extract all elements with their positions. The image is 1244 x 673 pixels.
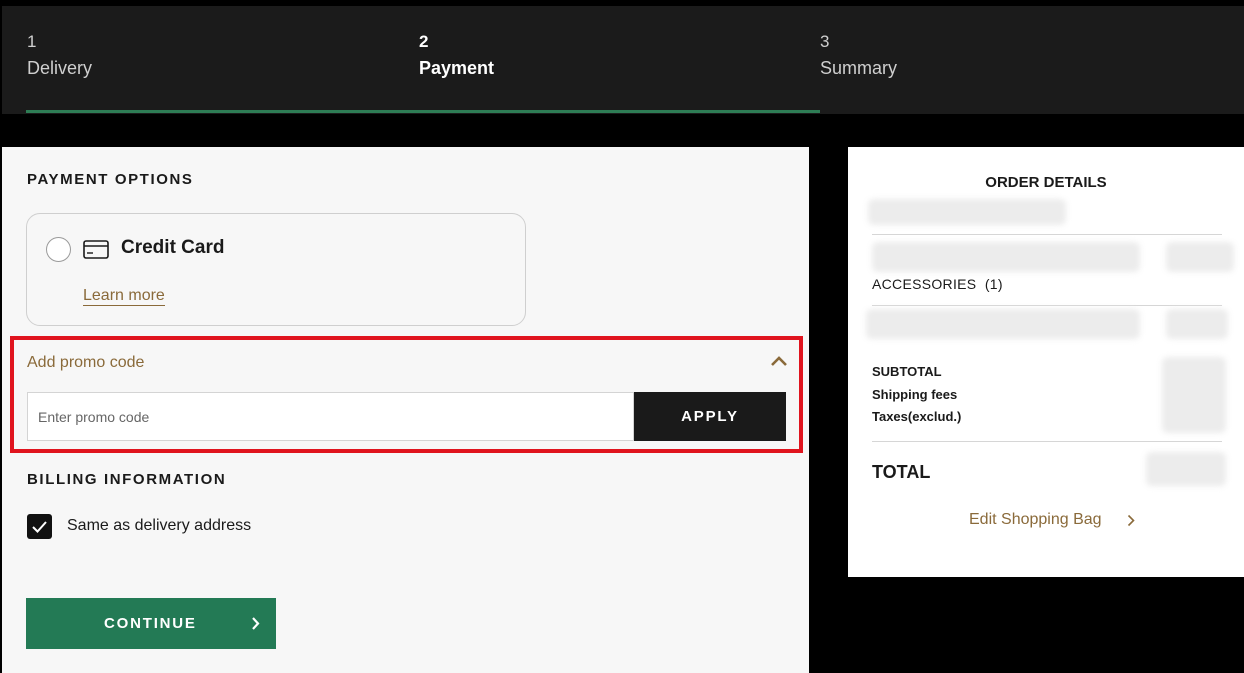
step-summary[interactable]: 3 Summary [820, 32, 897, 81]
order-details-panel: ORDER DETAILS ACCESSORIES (1) SUBTOTAL S… [848, 147, 1244, 577]
step-label: Summary [820, 58, 898, 78]
payment-panel: PAYMENT OPTIONS Credit Card Learn more A… [2, 147, 809, 673]
blurred-content [872, 242, 1140, 272]
promo-code-input[interactable] [27, 392, 634, 441]
billing-information-title: BILLING INFORMATION [27, 471, 227, 488]
step-progress-bar [26, 110, 820, 113]
promo-code-section: Add promo code APPLY [10, 336, 803, 453]
accessories-count: (1) [984, 276, 1003, 292]
taxes-label: Taxes(exclud.) [872, 409, 962, 424]
total-label: TOTAL [872, 462, 931, 482]
shipping-fees-label: Shipping fees [872, 387, 958, 402]
step-number: 2 [419, 32, 429, 51]
step-label: Payment [419, 58, 495, 78]
payment-options-title: PAYMENT OPTIONS [27, 171, 194, 188]
learn-more-link[interactable]: Learn more [83, 286, 165, 306]
step-delivery[interactable]: 1 Delivery [27, 32, 92, 81]
accessories-label-text: ACCESSORIES [872, 276, 977, 292]
accessories-label: ACCESSORIES (1) [872, 276, 1003, 292]
divider [872, 441, 1222, 442]
blurred-content [1166, 242, 1234, 272]
divider [872, 305, 1222, 306]
step-label: Delivery [27, 58, 93, 78]
divider [872, 234, 1222, 235]
step-number: 3 [820, 32, 830, 51]
chevron-right-icon [252, 617, 260, 630]
credit-card-option[interactable]: Credit Card Learn more [26, 213, 526, 326]
continue-button[interactable]: CONTINUE [26, 598, 276, 649]
chevron-right-icon[interactable] [1127, 514, 1135, 527]
blurred-content [866, 309, 1140, 339]
blurred-content [1146, 452, 1226, 486]
credit-card-label: Credit Card [121, 237, 225, 258]
blurred-content [1166, 309, 1228, 339]
same-as-delivery-checkbox[interactable] [27, 514, 52, 539]
checkmark-icon [32, 521, 47, 533]
step-payment[interactable]: 2 Payment [419, 32, 494, 81]
credit-card-icon [83, 240, 109, 259]
step-number: 1 [27, 32, 37, 51]
apply-promo-button[interactable]: APPLY [634, 392, 786, 441]
same-as-delivery-label[interactable]: Same as delivery address [67, 517, 251, 535]
continue-label: CONTINUE [104, 615, 197, 632]
subtotal-label: SUBTOTAL [872, 364, 942, 379]
credit-card-radio[interactable] [46, 237, 71, 262]
blurred-content [1162, 357, 1226, 433]
blurred-content [868, 199, 1066, 225]
checkout-stepper: 1 Delivery 2 Payment 3 Summary [2, 6, 1244, 114]
chevron-up-icon[interactable] [770, 355, 788, 367]
order-details-title: ORDER DETAILS [985, 174, 1107, 191]
promo-code-toggle[interactable]: Add promo code [27, 354, 144, 372]
edit-shopping-bag-link[interactable]: Edit Shopping Bag [969, 511, 1102, 529]
